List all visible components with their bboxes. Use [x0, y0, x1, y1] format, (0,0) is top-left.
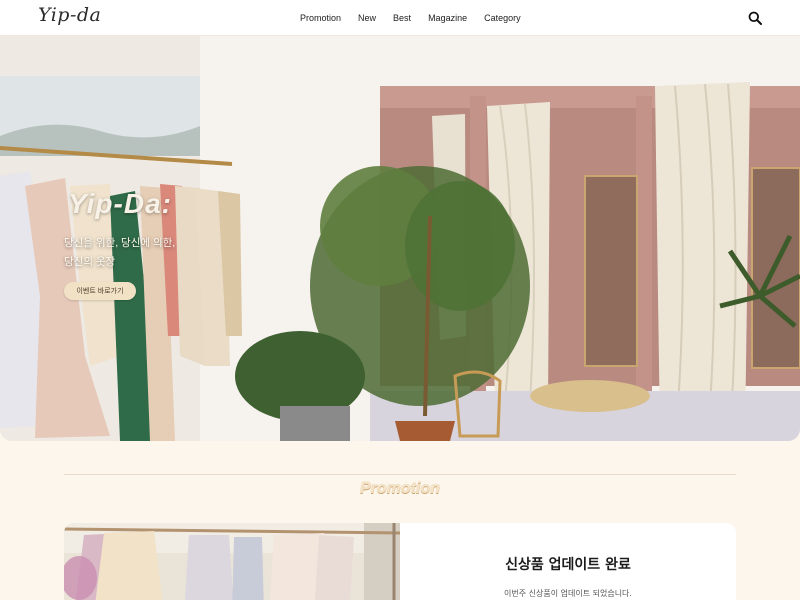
hero-subtitle-line2: 당신의 옷장: [64, 256, 116, 268]
search-icon[interactable]: [748, 11, 762, 25]
nav-item-magazine[interactable]: Magazine: [428, 13, 467, 23]
nav-item-best[interactable]: Best: [393, 13, 411, 23]
nav-item-new[interactable]: New: [358, 13, 376, 23]
promotion-card[interactable]: 신상품 업데이트 완료 이번주 신상품이 업데이트 되었습니다.: [64, 523, 736, 600]
nav-item-promotion[interactable]: Promotion: [300, 13, 341, 23]
main-nav: Promotion New Best Magazine Category: [300, 0, 521, 36]
event-shortcut-button[interactable]: 이벤트 바로가기: [64, 282, 136, 300]
promotion-card-image: [64, 523, 400, 600]
section-divider: [64, 474, 736, 475]
nav-item-category[interactable]: Category: [484, 13, 521, 23]
promotion-card-title: 신상품 업데이트 완료: [505, 557, 631, 573]
site-header: Yip-da Promotion New Best Magazine Categ…: [0, 0, 800, 36]
promotion-section-title: Promotion: [360, 480, 440, 497]
logo[interactable]: Yip-da: [38, 4, 101, 26]
hero-subtitle-line1: 당신을 위한, 당신에 의한,: [64, 237, 176, 249]
hero-title: Yip-Da:: [68, 188, 172, 219]
hero-banner: Yip-Da: 당신을 위한, 당신에 의한, 당신의 옷장 이벤트 바로가기: [0, 36, 800, 441]
promotion-card-description: 이번주 신상품이 업데이트 되었습니다.: [504, 589, 632, 598]
hero-subtitle: 당신을 위한, 당신에 의한, 당신의 옷장: [64, 234, 175, 272]
